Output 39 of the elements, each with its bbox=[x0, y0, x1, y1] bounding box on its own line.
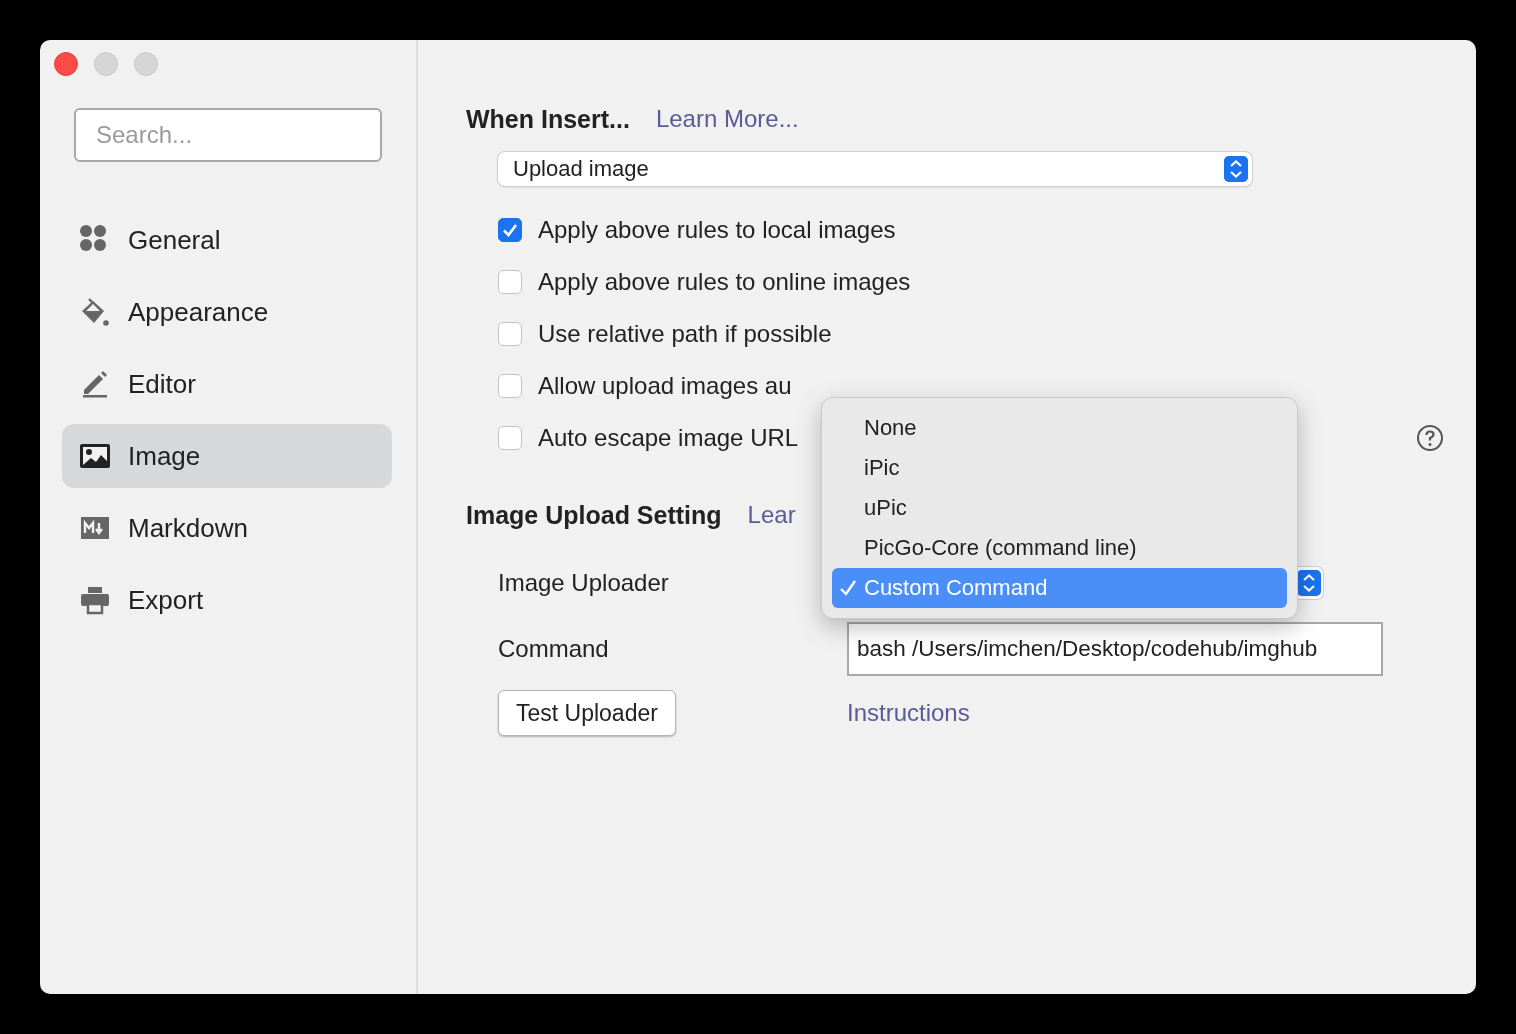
checkbox-label: Auto escape image URL bbox=[538, 424, 799, 452]
sidebar-item[interactable]: Image bbox=[62, 424, 392, 488]
instructions-link[interactable]: Instructions bbox=[847, 699, 970, 727]
section-title: Image Upload Setting bbox=[466, 500, 722, 530]
sidebar-item[interactable]: Export bbox=[62, 568, 392, 632]
search-field[interactable]: Search... bbox=[74, 108, 382, 162]
menu-item[interactable]: uPic bbox=[832, 488, 1287, 528]
close-button[interactable] bbox=[54, 52, 78, 76]
checkbox[interactable] bbox=[498, 218, 522, 242]
checkbox-label: Use relative path if possible bbox=[538, 320, 832, 348]
learn-more-link[interactable]: Learn More... bbox=[655, 105, 799, 133]
insert-select[interactable]: Upload image bbox=[498, 152, 1252, 186]
checkbox[interactable] bbox=[498, 270, 522, 294]
zoom-button[interactable] bbox=[134, 52, 158, 76]
sidebar-item[interactable]: Markdown bbox=[62, 496, 392, 560]
menu-item[interactable]: None bbox=[832, 408, 1287, 448]
checkbox-label: Apply above rules to online images bbox=[538, 268, 911, 296]
stepper-icon[interactable] bbox=[1224, 156, 1248, 182]
check-icon bbox=[838, 578, 858, 598]
menu-item[interactable]: PicGo-Core (command line) bbox=[832, 528, 1287, 568]
checkbox[interactable] bbox=[498, 374, 522, 398]
help-icon[interactable] bbox=[1416, 424, 1444, 452]
minimize-button[interactable] bbox=[94, 52, 118, 76]
checkbox-label: Apply above rules to local images bbox=[538, 216, 896, 244]
menu-item[interactable]: iPic bbox=[832, 448, 1287, 488]
stepper-icon[interactable] bbox=[1297, 570, 1321, 596]
learn-more-link[interactable]: Lear bbox=[747, 501, 796, 529]
command-label: Command bbox=[498, 634, 610, 664]
uploader-label: Image Uploader bbox=[498, 568, 670, 598]
sidebar-item[interactable]: General bbox=[62, 208, 392, 272]
checkbox[interactable] bbox=[498, 426, 522, 450]
sidebar-item[interactable]: Editor bbox=[62, 352, 392, 416]
sidebar-item[interactable]: Appearance bbox=[62, 280, 392, 344]
section-title: When Insert... bbox=[466, 104, 630, 134]
export-icon bbox=[78, 584, 112, 616]
test-uploader-button[interactable]: Test Uploader bbox=[498, 690, 676, 736]
checkbox[interactable] bbox=[498, 322, 522, 346]
command-field[interactable]: bash /Users/imchen/Desktop/codehub/imghub bbox=[847, 622, 1383, 676]
checkbox-label: Allow upload images au bbox=[538, 372, 792, 400]
